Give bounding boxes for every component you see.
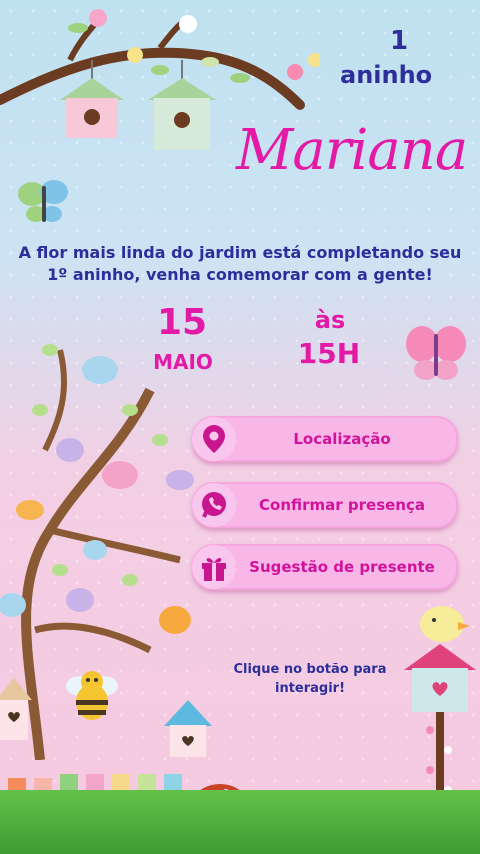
confirm-presence-button[interactable]: Confirmar presença [192, 482, 458, 528]
gift-icon [192, 545, 236, 589]
whatsapp-icon [192, 483, 236, 527]
time-prefix: às [314, 306, 346, 334]
butterfly-pink-icon [406, 326, 466, 380]
confirm-presence-label: Confirmar presença [259, 496, 425, 514]
event-hour: 15H [297, 337, 361, 370]
age-number: 1 [389, 26, 409, 56]
child-name: Mariana [236, 118, 468, 183]
interaction-hint: Clique no botão para interagir! [233, 662, 387, 696]
location-button[interactable]: Localização [192, 416, 458, 462]
age-word: aninho [340, 61, 433, 89]
event-month: MAIO [153, 350, 213, 374]
location-button-label: Localização [293, 430, 391, 448]
gift-suggestion-button[interactable]: Sugestão de presente [192, 544, 458, 590]
butterfly-green-icon [18, 180, 68, 222]
gift-suggestion-label: Sugestão de presente [249, 558, 435, 576]
location-pin-icon [192, 417, 236, 461]
invitation-message: A flor mais linda do jardim está complet… [18, 243, 462, 284]
event-day: 15 [156, 302, 208, 343]
grass-ground [0, 790, 480, 854]
